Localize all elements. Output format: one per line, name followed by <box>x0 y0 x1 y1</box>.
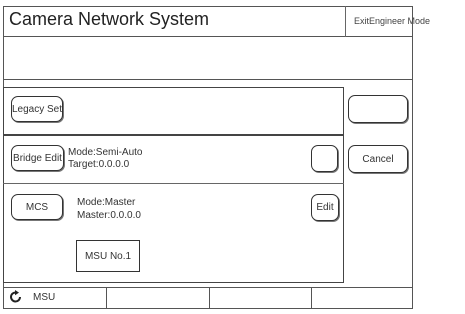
cancel-button[interactable]: Cancel <box>348 145 408 173</box>
tab-2[interactable] <box>107 287 210 309</box>
mcs-mode-text: Mode:Master <box>77 197 136 208</box>
bridge-edit-button[interactable]: Bridge Edit <box>11 145 64 171</box>
tab-msu-label: MSU <box>33 292 56 303</box>
refresh-icon <box>10 290 21 303</box>
msu-no-1-button[interactable]: MSU No.1 <box>76 240 140 272</box>
blank-right-button[interactable] <box>348 95 408 123</box>
mcs-edit-button[interactable]: Edit <box>311 194 339 221</box>
row-divider <box>3 134 344 136</box>
header-divider <box>3 79 413 80</box>
bridge-target-text: Target:0.0.0.0 <box>68 159 130 170</box>
legacy-set-button[interactable]: Legacy Set <box>11 96 63 122</box>
bridge-mode-text: Mode:Semi-Auto <box>68 147 143 158</box>
page-title: Camera Network System <box>9 9 210 29</box>
tab-3[interactable] <box>210 287 312 309</box>
mcs-button[interactable]: MCS <box>11 194 63 220</box>
exit-engineer-mode-button[interactable]: ExitEngineer Mode <box>354 16 430 26</box>
row-divider <box>3 183 344 184</box>
bridge-toggle-button[interactable] <box>311 145 338 172</box>
tab-4[interactable] <box>312 287 413 309</box>
mcs-master-text: Master:0.0.0.0 <box>77 210 141 221</box>
title-divider <box>345 6 346 37</box>
